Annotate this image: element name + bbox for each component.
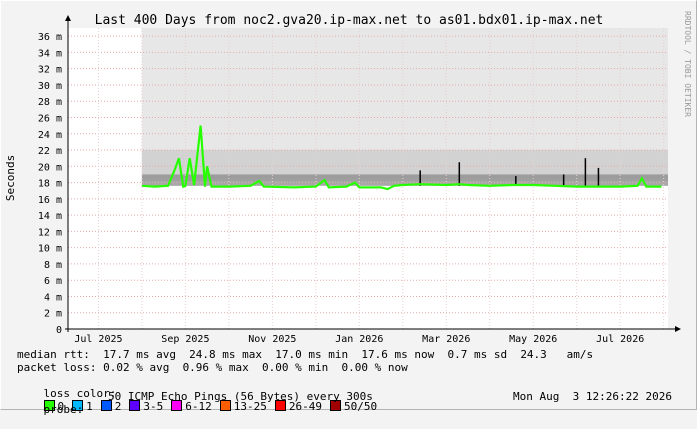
y-tick-label: 16 m: [38, 195, 62, 206]
y-tick-label: 20 m: [38, 162, 62, 173]
y-tick-label: 10 m: [38, 244, 62, 255]
y-tick-label: 18 m: [38, 179, 62, 190]
y-tick-label: 6 m: [44, 276, 62, 287]
x-tick-label: Sep 2025: [161, 334, 209, 345]
chart-window: Last 400 Days from noc2.gva20.ip-max.net…: [0, 0, 697, 416]
chart-title: Last 400 Days from noc2.gva20.ip-max.net…: [95, 13, 604, 28]
y-tick-label: 34 m: [38, 48, 62, 59]
x-tick-label: Jan 2026: [335, 334, 383, 345]
x-tick-label: Nov 2025: [248, 334, 296, 345]
y-tick-labels: 0 2 m 4 m 6 m 8 m 10 m 12 m 14 m 16 m 18 m 20 m 22 …: [38, 32, 62, 336]
y-tick-label: 8 m: [44, 260, 62, 271]
rtt-chart: Last 400 Days from noc2.gva20.ip-max.net…: [4, 11, 692, 345]
smoke-band: [141, 28, 669, 186]
y-tick-label: 32 m: [38, 65, 62, 76]
probe-description: 50 ICMP Echo Pings (56 Bytes) every 300s: [108, 390, 373, 403]
y-tick-label: 4 m: [44, 292, 62, 303]
median-rtt-legend: median rtt: 17.7 ms avg 24.8 ms max 17.0…: [17, 348, 594, 361]
y-tick-label: 24 m: [38, 130, 62, 141]
y-tick-label: 26 m: [38, 113, 62, 124]
rrdtool-watermark: RRDTOOL / TOBI OETIKER: [683, 11, 692, 117]
y-tick-label: 2 m: [44, 309, 62, 320]
y-tick-label: 0: [56, 325, 62, 336]
packet-loss-legend: packet loss: 0.02 % avg 0.96 % max 0.00 …: [17, 361, 408, 374]
x-tick-label: May 2026: [509, 334, 557, 345]
y-tick-label: 28 m: [38, 97, 62, 108]
loss-color-value: 1: [86, 400, 93, 413]
x-tick-label: Jul 2025: [74, 334, 122, 345]
y-axis-arrow: [65, 15, 71, 21]
x-tick-labels: Jul 2025 Sep 2025 Nov 2025 Jan 2026 Mar 2026…: [74, 334, 644, 345]
x-tick-label: Mar 2026: [422, 334, 470, 345]
timestamp: Mon Aug 3 12:26:22 2026: [513, 390, 672, 403]
y-tick-label: 36 m: [38, 32, 62, 43]
y-tick-label: 30 m: [38, 81, 62, 92]
y-axis-label: Seconds: [4, 155, 17, 201]
x-axis-arrow: [675, 326, 681, 332]
x-tick-label: Jul 2026: [596, 334, 644, 345]
y-tick-label: 22 m: [38, 146, 62, 157]
y-tick-label: 12 m: [38, 227, 62, 238]
y-tick-label: 14 m: [38, 211, 62, 222]
